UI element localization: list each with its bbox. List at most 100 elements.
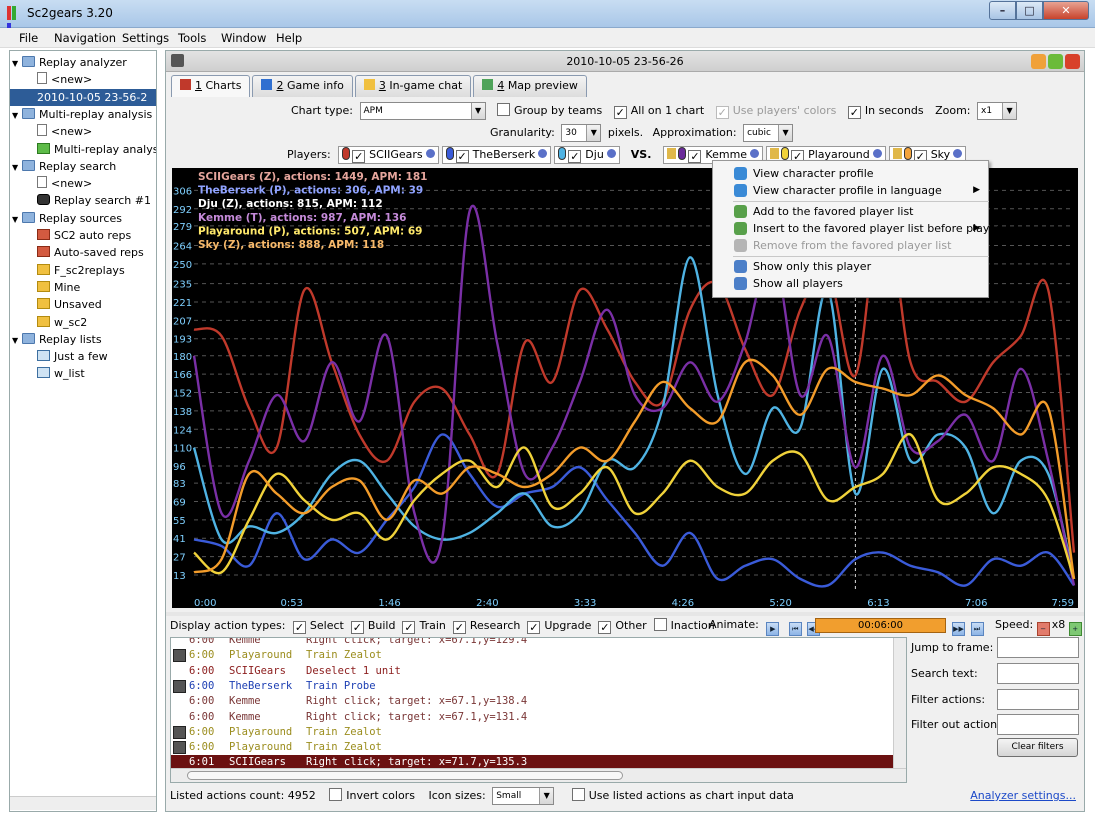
granularity-select[interactable]: 30 ▼ — [561, 124, 602, 142]
jump-to-frame-input[interactable] — [997, 637, 1079, 658]
tree-node[interactable]: 2010-10-05 23-56-2 — [10, 88, 156, 106]
context-menu-item[interactable]: Insert to the favored player list before… — [713, 220, 1001, 237]
menu-settings[interactable]: Settings — [122, 31, 169, 45]
player-toggle[interactable]: ✓ SCIIGears — [338, 146, 439, 164]
speed-decrease-button[interactable]: − — [1036, 622, 1050, 636]
use-listed-actions-checkbox[interactable] — [571, 788, 585, 801]
action-type-toggle[interactable]: Inaction — [653, 618, 715, 632]
tree-node[interactable]: Multi-replay analysis — [37, 141, 156, 158]
tree-node[interactable]: <new> — [37, 71, 92, 88]
zoom-select[interactable]: x1 ▼ — [977, 102, 1018, 120]
tree-node[interactable]: Mine — [37, 279, 80, 296]
tree-node[interactable]: Unsaved — [37, 296, 102, 313]
first-frame-icon[interactable]: ⏮ — [788, 622, 802, 636]
split-pane-divider[interactable] — [166, 612, 1084, 616]
in-seconds-checkbox[interactable]: ✓ — [847, 106, 861, 119]
fast-forward-icon[interactable]: ▶▶ — [952, 622, 965, 636]
search-text-input[interactable] — [997, 663, 1079, 684]
action-type-checkbox[interactable]: ✓ — [598, 621, 612, 634]
action-type-toggle[interactable]: ✓ Upgrade — [527, 619, 591, 634]
panel-minimize-button[interactable] — [1031, 54, 1046, 69]
action-type-toggle[interactable]: ✓ Build — [350, 619, 395, 634]
action-type-checkbox[interactable]: ✓ — [452, 621, 466, 634]
expand-arrow-icon[interactable]: ▼ — [12, 55, 22, 72]
log-vertical-scrollbar[interactable] — [893, 638, 906, 768]
action-type-checkbox[interactable]: ✓ — [292, 621, 306, 634]
tree-node[interactable]: F_sc2replays — [37, 262, 125, 279]
expand-arrow-icon[interactable]: ▼ — [12, 159, 22, 176]
context-menu-item[interactable]: Show only this player — [713, 258, 988, 275]
action-type-toggle[interactable]: ✓ Select — [292, 619, 344, 634]
maximize-button[interactable]: □ — [1016, 1, 1043, 20]
log-horizontal-scrollbar[interactable] — [171, 768, 906, 782]
minimize-button[interactable]: – — [989, 1, 1016, 20]
table-row[interactable]: 6:00 Kemme Right click; target: x=67.1,y=1… — [171, 694, 895, 709]
animation-progress-bar[interactable]: 00:06:00 — [815, 618, 946, 633]
all-on-1-chart-checkbox[interactable]: ✓ — [613, 106, 627, 119]
last-frame-icon[interactable]: ⏭ — [970, 622, 984, 636]
play-icon[interactable]: ▶ — [766, 622, 780, 636]
filter-actions-input[interactable] — [997, 689, 1079, 710]
tree-node[interactable]: ▼ Replay analyzer — [12, 54, 127, 71]
expand-arrow-icon[interactable]: ▼ — [12, 107, 22, 124]
menu-help[interactable]: Help — [276, 31, 302, 45]
tree-node[interactable]: <new> — [37, 175, 92, 192]
action-type-checkbox[interactable]: ✓ — [350, 621, 364, 634]
scrollbar-thumb[interactable] — [187, 771, 623, 780]
action-type-checkbox[interactable]: ✓ — [402, 621, 416, 634]
tree-node[interactable]: Just a few — [37, 348, 108, 365]
action-type-toggle[interactable]: ✓ Other — [598, 619, 647, 634]
action-type-toggle[interactable]: ✓ Research — [452, 619, 520, 634]
player-checkbox[interactable]: ✓ — [688, 150, 702, 163]
action-type-checkbox[interactable]: ✓ — [527, 621, 541, 634]
analyzer-settings-link[interactable]: Analyzer settings... — [970, 789, 1076, 802]
filter-out-actions-input[interactable] — [997, 714, 1079, 735]
chart-type-select[interactable]: APM ▼ — [359, 102, 486, 120]
player-toggle[interactable]: ✓ TheBerserk — [441, 146, 552, 164]
group-by-teams-checkbox[interactable] — [497, 103, 511, 116]
table-row[interactable]: 6:00 SCIIGears Deselect 1 unit — [171, 664, 895, 679]
player-toggle[interactable]: ✓ Dju — [554, 146, 620, 164]
player-checkbox[interactable]: ✓ — [455, 150, 469, 163]
invert-colors-checkbox[interactable] — [329, 788, 343, 801]
tree-node[interactable]: ▼ Replay search — [12, 158, 116, 175]
tree-node[interactable]: w_sc2 — [37, 314, 87, 331]
table-row[interactable]: 6:00 Kemme Right click; target: x=67.1,y=1… — [171, 638, 895, 648]
table-row[interactable]: 6:00 Playaround Train Zealot — [171, 725, 895, 740]
menu-file[interactable]: File — [19, 31, 38, 45]
expand-arrow-icon[interactable]: ▼ — [12, 332, 22, 349]
tree-node[interactable]: SC2 auto reps — [37, 227, 131, 244]
player-checkbox[interactable]: ✓ — [352, 150, 366, 163]
close-button[interactable]: ✕ — [1043, 1, 1089, 20]
table-row[interactable]: 6:00 Playaround Train Zealot — [171, 740, 895, 755]
tree-node[interactable]: ▼ Replay lists — [12, 331, 102, 348]
tree-node[interactable]: Auto-saved reps — [37, 244, 144, 261]
panel-close-button[interactable] — [1065, 54, 1080, 69]
context-menu-item[interactable]: Remove from the favored player list — [713, 237, 988, 254]
icon-sizes-select[interactable]: Small ▼ — [492, 787, 555, 805]
tab-in-game-chat[interactable]: 3 In-game chat — [354, 75, 472, 97]
tree-node[interactable]: ▼ Replay sources — [12, 210, 122, 227]
menu-tools[interactable]: Tools — [178, 31, 206, 45]
tab-charts[interactable]: 1 Charts — [171, 75, 251, 97]
player-checkbox[interactable]: ✓ — [568, 150, 582, 163]
context-menu-item[interactable]: View character profile — [713, 165, 988, 182]
action-type-toggle[interactable]: ✓ Train — [402, 619, 446, 634]
table-row[interactable]: 6:00 TheBerserk Train Probe — [171, 679, 895, 694]
context-menu-item[interactable]: Add to the favored player list — [713, 203, 988, 220]
tree-horizontal-scrollbar[interactable] — [10, 796, 156, 810]
action-type-checkbox[interactable] — [653, 618, 667, 631]
expand-arrow-icon[interactable]: ▼ — [12, 211, 22, 228]
context-menu-item[interactable]: View character profile in language ▶ — [713, 182, 988, 199]
table-row[interactable]: 6:00 Kemme Right click; target: x=67.1,y=1… — [171, 710, 895, 725]
tab-game-info[interactable]: 2 Game info — [252, 75, 353, 97]
tab-map-preview[interactable]: 4 Map preview — [473, 75, 587, 97]
speed-increase-button[interactable]: + — [1068, 622, 1082, 636]
tree-node[interactable]: w_list — [37, 365, 85, 382]
approximation-select[interactable]: cubic ▼ — [743, 124, 794, 142]
menu-window[interactable]: Window — [221, 31, 266, 45]
menu-navigation[interactable]: Navigation — [54, 31, 116, 45]
tree-node[interactable]: Replay search #1 — [37, 192, 151, 209]
use-players-colors-checkbox[interactable]: ✓ — [715, 106, 729, 119]
context-menu-item[interactable]: Show all players — [713, 275, 988, 292]
